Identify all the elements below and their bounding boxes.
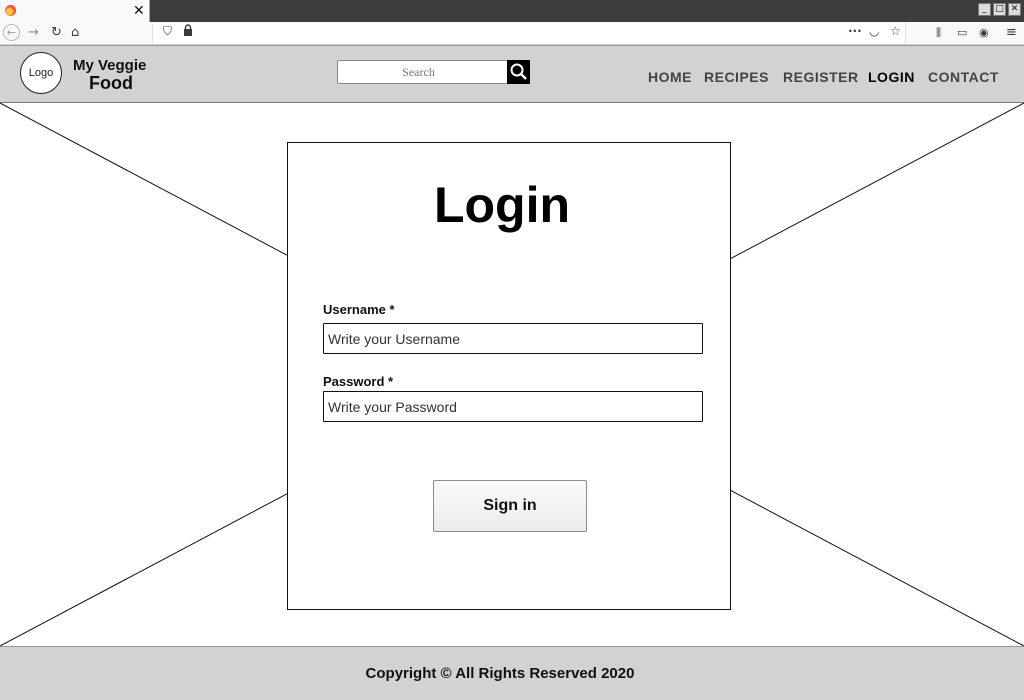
minimize-button[interactable]: _ — [978, 3, 991, 16]
nav-register[interactable]: REGISTER — [783, 69, 859, 85]
lock-icon[interactable] — [183, 24, 193, 39]
sidebar-icon[interactable]: ▭ — [957, 25, 967, 41]
sign-in-button[interactable]: Sign in — [433, 480, 587, 532]
brand-name-line2: Food — [89, 73, 133, 93]
window-controls: _ □ ✕ — [978, 3, 1021, 16]
reload-icon[interactable]: ↻ — [51, 25, 62, 41]
copyright-text: Copyright © All Rights Reserved 2020 — [365, 665, 635, 682]
logo[interactable]: Logo — [20, 52, 62, 94]
username-label: Username * — [323, 302, 395, 317]
nav-contact[interactable]: CONTACT — [928, 69, 999, 85]
main-content: Login Username * Password * Sign in — [0, 103, 1024, 646]
pocket-icon[interactable]: ◡ — [869, 24, 879, 38]
search-icon — [510, 63, 527, 80]
username-field[interactable] — [323, 323, 703, 354]
firefox-icon — [5, 5, 16, 16]
home-icon[interactable]: ⌂ — [71, 25, 79, 41]
library-icon[interactable]: ⫼ — [936, 25, 941, 41]
browser-tab[interactable]: ✕ — [0, 0, 150, 22]
password-label: Password * — [323, 374, 394, 389]
search-input[interactable] — [337, 60, 508, 84]
login-title: Login — [433, 177, 571, 233]
nav-home[interactable]: HOME — [648, 69, 692, 85]
back-icon[interactable]: ← — [3, 24, 20, 41]
site-footer: Copyright © All Rights Reserved 2020 — [0, 646, 1024, 700]
site-header: Logo My Veggie Food HOME RECIPES REGISTE… — [0, 45, 1024, 103]
maximize-button[interactable]: □ — [993, 3, 1006, 16]
password-field[interactable] — [323, 391, 703, 422]
close-tab-icon[interactable]: ✕ — [133, 1, 145, 19]
bookmark-star-icon[interactable]: ☆ — [890, 24, 901, 38]
nav-login[interactable]: LOGIN — [868, 69, 915, 85]
account-icon[interactable]: ◉ — [979, 25, 989, 41]
login-card: Login Username * Password * Sign in — [287, 142, 731, 610]
brand-name-line1: My Veggie — [73, 57, 147, 74]
browser-titlebar: ✕ _ □ ✕ — [0, 0, 1024, 22]
forward-icon[interactable]: → — [28, 25, 39, 41]
url-bar[interactable]: ⛉ ··· ◡ ☆ — [152, 23, 906, 43]
shield-icon[interactable]: ⛉ — [163, 24, 172, 39]
menu-icon[interactable]: ≡ — [1006, 25, 1017, 41]
search-button[interactable] — [507, 60, 530, 84]
nav-recipes[interactable]: RECIPES — [704, 69, 769, 85]
more-icon[interactable]: ··· — [848, 24, 862, 38]
close-window-button[interactable]: ✕ — [1008, 3, 1021, 16]
browser-toolbar: ← → ↻ ⌂ ⛉ ··· ◡ ☆ ⫼ ▭ ◉ ≡ — [0, 22, 1024, 45]
